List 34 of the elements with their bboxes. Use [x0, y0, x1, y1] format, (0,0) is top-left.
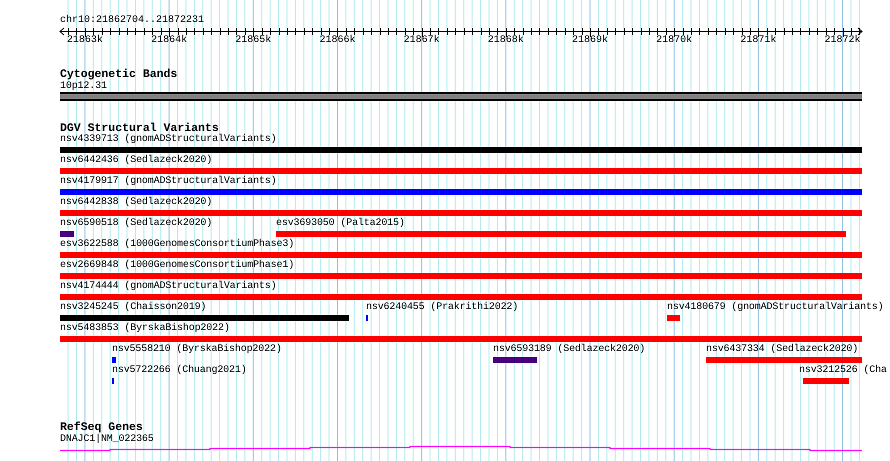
- feature-label: 10p12.31: [60, 81, 107, 92]
- feature-label: esv3693050 (Palta2015): [276, 218, 405, 229]
- feature-label: nsv6240455 (Prakrithi2022): [366, 302, 518, 313]
- feature-label: nsv6442436 (Sedlazeck2020): [60, 155, 212, 166]
- track-title: RefSeq Genes: [60, 421, 143, 434]
- ruler-tick-label: 21866k: [319, 35, 356, 46]
- feature-label: esv3622588 (1000GenomesConsortiumPhase3): [60, 239, 294, 250]
- ruler-tick-label: 21871k: [740, 35, 776, 46]
- ruler-tick-label: 21864k: [151, 35, 188, 46]
- ruler-tick-label: 21872k: [824, 35, 861, 46]
- ruler-tick-label: 21865k: [235, 35, 272, 46]
- ruler-tick-label: 21863k: [66, 35, 103, 46]
- feature-label: nsv3212526 (Cha: [799, 365, 887, 376]
- feature-label: nsv5558210 (ByrskaBishop2022): [112, 344, 282, 355]
- feature-label: nsv4179917 (gnomADStructuralVariants): [60, 176, 276, 187]
- feature-label: nsv6593189 (Sedlazeck2020): [493, 344, 646, 355]
- feature-label: nsv6590518 (Sedlazeck2020): [60, 218, 212, 229]
- feature-label: nsv5483853 (ByrskaBishop2022): [60, 323, 230, 334]
- feature-label: nsv4174444 (gnomADStructuralVariants): [60, 281, 276, 292]
- track-title: Cytogenetic Bands: [60, 68, 178, 81]
- track-title: DGV Structural Variants: [60, 122, 219, 135]
- feature-label: nsv3245245 (Chaisson2019): [60, 302, 206, 313]
- feature-label: nsv6442838 (Sedlazeck2020): [60, 197, 212, 208]
- ruler-tick-label: 21868k: [488, 35, 524, 46]
- ruler-tick-label: 21869k: [572, 35, 608, 46]
- feature-label: nsv4339713 (gnomADStructuralVariants): [60, 134, 276, 145]
- feature-label: nsv6437334 (Sedlazeck2020): [706, 344, 858, 355]
- feature-label: DNAJC1|NM_022365: [60, 434, 154, 445]
- feature-label: nsv5722266 (Chuang2021): [112, 365, 247, 376]
- feature-label: nsv4180679 (gnomADStructuralVariants): [667, 302, 884, 313]
- ruler-tick-label: 21870k: [656, 35, 692, 46]
- ruler-tick-label: 21867k: [404, 35, 440, 46]
- feature-label: esv2669848 (1000GenomesConsortiumPhase1): [60, 260, 294, 271]
- location-label: chr10:21862704..21872231: [60, 15, 204, 26]
